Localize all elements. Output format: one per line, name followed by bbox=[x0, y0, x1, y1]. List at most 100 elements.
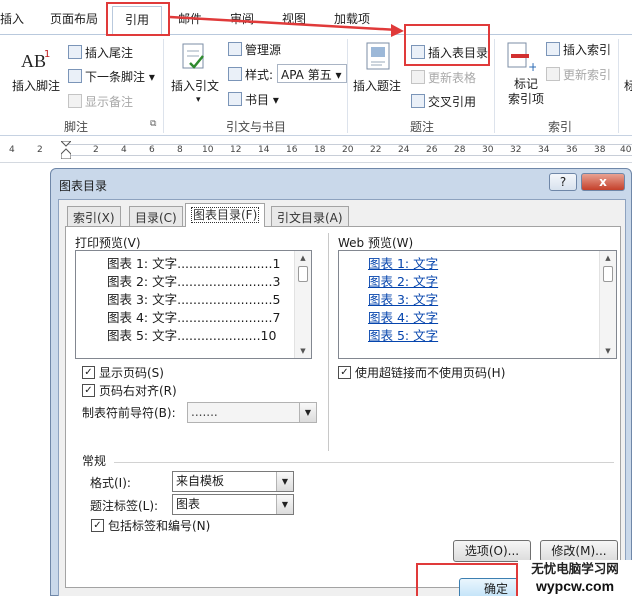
print-preview-scrollbar[interactable]: ▲ ▼ bbox=[294, 251, 311, 358]
table-of-figures-dialog: 图表目录 ? x 索引(X) 目录(C) 图表目录(F) 引文目录(A) 打印预… bbox=[50, 168, 632, 596]
insert-citation-button[interactable]: 插入引文 bbox=[171, 77, 219, 94]
tab-table-of-authorities[interactable]: 引文目录(A) bbox=[271, 206, 349, 226]
ruler-number: 34 bbox=[538, 145, 550, 155]
web-preview-link[interactable]: 图表 5: 文字 bbox=[368, 325, 438, 344]
ruler-number: 10 bbox=[202, 145, 214, 155]
insert-caption-button[interactable]: 插入题注 bbox=[353, 77, 401, 94]
bibliography-button[interactable]: 书目 ▾ bbox=[228, 91, 279, 108]
help-button[interactable]: ? bbox=[549, 173, 577, 191]
scroll-up-icon[interactable]: ▲ bbox=[295, 251, 311, 265]
svg-text:+: + bbox=[528, 60, 536, 73]
ribbon-panel: AB 1 插入脚注 插入尾注 下一条脚注 ▾ 显示备注 脚注 ⧉ 插入引文 ▾ 管… bbox=[0, 34, 632, 136]
dialog-title: 图表目录 bbox=[59, 179, 108, 193]
highlight-box-references-tab bbox=[106, 2, 170, 36]
web-preview-link[interactable]: 图表 1: 文字 bbox=[368, 253, 438, 272]
tab-view[interactable]: 视图 bbox=[282, 10, 306, 27]
endnote-icon bbox=[68, 45, 82, 59]
update-table-icon bbox=[411, 70, 425, 84]
ruler-number: 18 bbox=[314, 145, 326, 155]
cut-off-ribbon-item: 标 bbox=[624, 79, 632, 93]
formats-select[interactable]: 来自模板 ▼ bbox=[172, 471, 294, 492]
next-footnote-button[interactable]: 下一条脚注 ▾ bbox=[68, 68, 155, 85]
web-preview-link[interactable]: 图表 4: 文字 bbox=[368, 307, 438, 326]
index-group-label: 索引 bbox=[548, 120, 573, 134]
ruler-number: 38 bbox=[594, 145, 606, 155]
chevron-down-icon: ▼ bbox=[276, 495, 293, 514]
manage-sources-icon bbox=[228, 42, 242, 56]
print-preview-entry: 图表 1: 文字........................1 bbox=[107, 256, 281, 271]
scroll-up-icon[interactable]: ▲ bbox=[600, 251, 616, 265]
right-align-label: 页码右对齐(R) bbox=[99, 384, 177, 398]
insert-caption-icon bbox=[362, 41, 394, 73]
formats-label: 格式(I): bbox=[90, 476, 131, 490]
insert-index-button[interactable]: 插入索引 bbox=[546, 41, 611, 58]
footnote-dialog-launcher[interactable]: ⧉ bbox=[150, 119, 156, 129]
tab-review[interactable]: 审阅 bbox=[230, 10, 254, 27]
tab-leader-label: 制表符前导符(B): bbox=[82, 406, 176, 420]
ruler-number: 4 bbox=[9, 145, 15, 155]
scroll-thumb[interactable] bbox=[298, 266, 308, 282]
ruler-number: 6 bbox=[149, 145, 155, 155]
scroll-down-icon[interactable]: ▼ bbox=[600, 344, 616, 358]
print-preview-entry: 图表 3: 文字........................5 bbox=[107, 292, 281, 307]
tab-add-ins[interactable]: 加载项 bbox=[334, 10, 370, 27]
tab-table-of-figures[interactable]: 图表目录(F) bbox=[185, 203, 266, 227]
use-hyperlinks-checkbox[interactable]: ✓ bbox=[338, 366, 351, 379]
insert-footnote-icon: AB 1 bbox=[20, 45, 52, 77]
tab-mailings[interactable]: 邮件 bbox=[178, 10, 202, 27]
indent-marker-icon[interactable] bbox=[61, 141, 71, 159]
print-preview-box[interactable]: 图表 1: 文字........................1 图表 2: … bbox=[75, 250, 312, 359]
column-divider bbox=[328, 233, 329, 451]
web-preview-label: Web 预览(W) bbox=[338, 236, 414, 250]
tab-leader-select[interactable]: ....... ▼ bbox=[187, 402, 317, 423]
citation-style-select[interactable]: APA 第五 ▾ bbox=[277, 64, 347, 83]
web-preview-box[interactable]: 图表 1: 文字 图表 2: 文字 图表 3: 文字 图表 4: 文字 图表 5… bbox=[338, 250, 617, 359]
svg-text:AB: AB bbox=[21, 51, 46, 71]
ruler-number: 2 bbox=[37, 145, 43, 155]
options-button[interactable]: 选项(O)... bbox=[453, 540, 531, 562]
insert-endnote-button[interactable]: 插入尾注 bbox=[68, 44, 133, 61]
style-label: 样式: bbox=[228, 66, 273, 83]
update-table-button: 更新表格 bbox=[411, 69, 476, 86]
ruler-number: 36 bbox=[566, 145, 578, 155]
mark-entry-button[interactable]: 标记 索引项 bbox=[508, 77, 544, 107]
watermark-line-1: 无忧电脑学习网 bbox=[531, 561, 619, 576]
web-preview-link[interactable]: 图表 2: 文字 bbox=[368, 271, 438, 290]
show-page-numbers-checkbox[interactable]: ✓ bbox=[82, 366, 95, 379]
tab-table-of-contents[interactable]: 目录(C) bbox=[129, 206, 183, 226]
include-label-number-checkbox[interactable]: ✓ bbox=[91, 519, 104, 532]
caption-label-label: 题注标签(L): bbox=[90, 499, 159, 513]
ruler-number: 28 bbox=[454, 145, 466, 155]
group-separator bbox=[618, 39, 619, 133]
scroll-down-icon[interactable]: ▼ bbox=[295, 344, 311, 358]
citation-dropdown-arrow[interactable]: ▾ bbox=[196, 95, 201, 105]
cross-reference-icon bbox=[411, 94, 425, 108]
modify-button[interactable]: 修改(M)... bbox=[540, 540, 618, 562]
general-divider bbox=[114, 462, 614, 463]
group-separator bbox=[494, 39, 495, 133]
scroll-thumb[interactable] bbox=[603, 266, 613, 282]
ruler-number: 16 bbox=[286, 145, 298, 155]
ruler-number: 30 bbox=[482, 145, 494, 155]
ruler-number: 12 bbox=[230, 145, 242, 155]
web-preview-link[interactable]: 图表 3: 文字 bbox=[368, 289, 438, 308]
horizontal-ruler: 4 2 2 4 6 8 10 12 14 16 18 20 22 24 26 2… bbox=[0, 137, 632, 163]
right-align-checkbox[interactable]: ✓ bbox=[82, 384, 95, 397]
tab-page-layout[interactable]: 页面布局 bbox=[50, 10, 98, 27]
footnote-group-label: 脚注 bbox=[64, 120, 89, 134]
caption-label-select[interactable]: 图表 ▼ bbox=[172, 494, 294, 515]
close-button[interactable]: x bbox=[581, 173, 625, 191]
cross-reference-button[interactable]: 交叉引用 bbox=[411, 93, 476, 110]
tab-index[interactable]: 索引(X) bbox=[67, 206, 121, 226]
insert-footnote-button[interactable]: 插入脚注 bbox=[12, 77, 60, 94]
ruler-number: 22 bbox=[370, 145, 382, 155]
print-preview-entry: 图表 2: 文字........................3 bbox=[107, 274, 281, 289]
tab-insert[interactable]: 插入 bbox=[0, 10, 24, 27]
update-index-icon bbox=[546, 67, 560, 81]
ruler-number: 4 bbox=[121, 145, 127, 155]
web-preview-scrollbar[interactable]: ▲ ▼ bbox=[599, 251, 616, 358]
manage-sources-button[interactable]: 管理源 bbox=[228, 41, 281, 58]
tab-panel: 打印预览(V) 图表 1: 文字........................… bbox=[65, 226, 621, 588]
dialog-body: 索引(X) 目录(C) 图表目录(F) 引文目录(A) 打印预览(V) 图表 1… bbox=[58, 199, 626, 596]
next-footnote-icon bbox=[68, 69, 82, 83]
